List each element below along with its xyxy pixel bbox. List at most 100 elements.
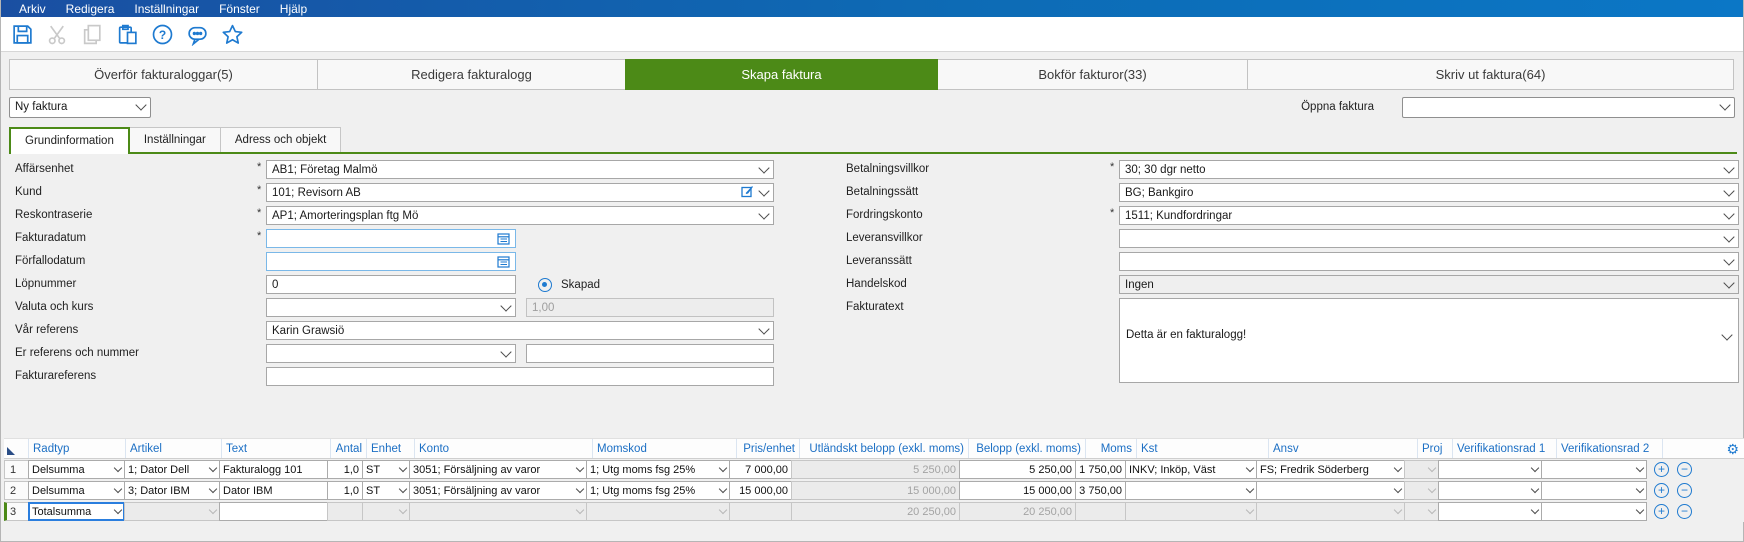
gear-icon[interactable] — [1726, 442, 1739, 456]
new-invoice-select[interactable]: Ny faktura — [9, 96, 151, 118]
menu-fonster[interactable]: Fönster — [209, 0, 270, 17]
col-header-ansv[interactable]: Ansv — [1269, 439, 1418, 458]
plus-circle-icon[interactable] — [1654, 483, 1669, 498]
col-header-proj[interactable]: Proj — [1418, 439, 1453, 458]
kst-cell[interactable]: INKV; Inköp, Väst — [1125, 460, 1257, 479]
open-invoice-select[interactable] — [1402, 96, 1735, 118]
row-number[interactable]: 1 — [4, 460, 29, 479]
subtab-grundinformation[interactable]: Grundinformation — [9, 127, 130, 154]
artikel-cell[interactable]: 1; Dator Dell — [124, 460, 220, 479]
er-referens-nummer-input[interactable] — [526, 344, 774, 363]
radtyp-cell[interactable]: Delsumma — [28, 481, 125, 500]
menu-redigera[interactable]: Redigera — [56, 0, 125, 17]
fakturareferens-input[interactable] — [266, 367, 774, 386]
menu-hjalp[interactable]: Hjälp — [270, 0, 317, 17]
subtab-installningar[interactable]: Inställningar — [128, 127, 221, 152]
artikel-cell[interactable]: 3; Dator IBM — [124, 481, 220, 500]
momskod-cell[interactable]: 1; Utg moms fsg 25% — [586, 460, 730, 479]
tab-skapa-faktura[interactable]: Skapa faktura — [625, 59, 938, 90]
grid-corner-cell[interactable] — [4, 439, 29, 458]
menu-installningar[interactable]: Inställningar — [124, 0, 209, 17]
valuta-select[interactable] — [266, 298, 516, 317]
var-referens-select[interactable]: Karin Grawsiö — [266, 321, 774, 340]
enhet-cell[interactable]: ST — [362, 481, 410, 500]
col-header-momskod[interactable]: Momskod — [593, 439, 737, 458]
menu-arkiv[interactable]: Arkiv — [9, 0, 56, 17]
col-header-text[interactable]: Text — [222, 439, 331, 458]
minus-circle-icon[interactable] — [1677, 504, 1692, 519]
col-header-antal[interactable]: Antal — [331, 439, 367, 458]
tab-redigera-fakturalogg[interactable]: Redigera fakturalogg — [317, 59, 626, 90]
col-header-verifikationsrad-1[interactable]: Verifikationsrad 1 — [1453, 439, 1557, 458]
affarsenhet-select[interactable]: AB1; Företag Malmö — [266, 160, 774, 179]
fakturadatum-input[interactable] — [266, 229, 516, 248]
cut-icon[interactable] — [45, 22, 69, 46]
col-header-enhet[interactable]: Enhet — [367, 439, 415, 458]
er-referens-select[interactable] — [266, 344, 516, 363]
paste-icon[interactable] — [115, 22, 139, 46]
tab-bokfor-fakturor[interactable]: Bokför fakturor(33) — [937, 59, 1248, 90]
text-cell[interactable]: Fakturalogg 101 — [219, 460, 328, 479]
belopp-cell[interactable]: 5 250,00 — [959, 460, 1076, 479]
verifikationsrad-1-cell[interactable] — [1438, 502, 1542, 521]
col-header-artikel[interactable]: Artikel — [126, 439, 222, 458]
konto-cell[interactable]: 3051; Försäljning av varor — [409, 460, 587, 479]
handelskod-select[interactable]: Ingen — [1119, 275, 1739, 294]
col-header-verifikationsrad-2[interactable]: Verifikationsrad 2 — [1557, 439, 1663, 458]
row-number[interactable]: 2 — [4, 481, 29, 500]
col-header-belopp[interactable]: Belopp (exkl. moms) — [969, 439, 1086, 458]
edit-customer-icon[interactable] — [741, 185, 754, 201]
col-header-pris-enhet[interactable]: Pris/enhet — [737, 439, 800, 458]
reskontraserie-select[interactable]: AP1; Amorteringsplan ftg Mö — [266, 206, 774, 225]
plus-circle-icon[interactable] — [1654, 504, 1669, 519]
minus-circle-icon[interactable] — [1677, 462, 1692, 477]
forfallodatum-input[interactable] — [266, 252, 516, 271]
comment-icon[interactable] — [185, 22, 209, 46]
kst-cell[interactable] — [1125, 481, 1257, 500]
verifikationsrad-2-cell[interactable] — [1541, 481, 1647, 500]
radtyp-cell[interactable]: Delsumma — [28, 460, 125, 479]
tab-skriv-ut-faktura[interactable]: Skriv ut faktura(64) — [1247, 59, 1734, 90]
save-icon[interactable] — [10, 22, 34, 46]
calendar-icon[interactable] — [497, 255, 510, 268]
ansv-cell[interactable]: FS; Fredrik Söderberg — [1256, 460, 1405, 479]
lopnummer-input[interactable]: 0 — [266, 275, 516, 294]
enhet-cell[interactable]: ST — [362, 460, 410, 479]
help-icon[interactable]: ? — [150, 22, 174, 46]
betalningsvillkor-select[interactable]: 30; 30 dgr netto — [1119, 160, 1739, 179]
minus-circle-icon[interactable] — [1677, 483, 1692, 498]
belopp-cell[interactable]: 15 000,00 — [959, 481, 1076, 500]
betalningssatt-select[interactable]: BG; Bankgiro — [1119, 183, 1739, 202]
ansv-cell[interactable] — [1256, 481, 1405, 500]
verifikationsrad-2-cell[interactable] — [1541, 502, 1647, 521]
text-cell[interactable]: Dator IBM — [219, 481, 328, 500]
leveranssatt-select[interactable] — [1119, 252, 1739, 271]
col-header-konto[interactable]: Konto — [415, 439, 593, 458]
tab-overfor-fakturaloggar[interactable]: Överför fakturaloggar(5) — [9, 59, 318, 90]
momskod-cell[interactable]: 1; Utg moms fsg 25% — [586, 481, 730, 500]
fordringskonto-select[interactable]: 1511; Kundfordringar — [1119, 206, 1739, 225]
copy-icon[interactable] — [80, 22, 104, 46]
calendar-icon[interactable] — [497, 232, 510, 245]
verifikationsrad-2-cell[interactable] — [1541, 460, 1647, 479]
leveransvillkor-select[interactable] — [1119, 229, 1739, 248]
konto-cell[interactable]: 3051; Försäljning av varor — [409, 481, 587, 500]
col-header-utlandskt-belopp[interactable]: Utländskt belopp (exkl. moms) — [800, 439, 969, 458]
favorite-star-icon[interactable] — [220, 22, 244, 46]
pris-enhet-cell[interactable]: 7 000,00 — [729, 460, 792, 479]
col-header-kst[interactable]: Kst — [1137, 439, 1269, 458]
verifikationsrad-1-cell[interactable] — [1438, 460, 1542, 479]
moms-cell[interactable]: 3 750,00 — [1075, 481, 1126, 500]
pris-enhet-cell[interactable]: 15 000,00 — [729, 481, 792, 500]
plus-circle-icon[interactable] — [1654, 462, 1669, 477]
antal-cell[interactable]: 1,0 — [327, 481, 363, 500]
kund-select[interactable]: 101; Revisorn AB — [266, 183, 774, 202]
col-header-radtyp[interactable]: Radtyp — [29, 439, 126, 458]
fakturatext-textarea[interactable]: Detta är en fakturalogg! — [1119, 298, 1739, 383]
row-number[interactable]: 3 — [4, 502, 29, 521]
verifikationsrad-1-cell[interactable] — [1438, 481, 1542, 500]
col-header-moms[interactable]: Moms — [1086, 439, 1137, 458]
text-cell[interactable] — [219, 502, 328, 521]
moms-cell[interactable]: 1 750,00 — [1075, 460, 1126, 479]
antal-cell[interactable]: 1,0 — [327, 460, 363, 479]
